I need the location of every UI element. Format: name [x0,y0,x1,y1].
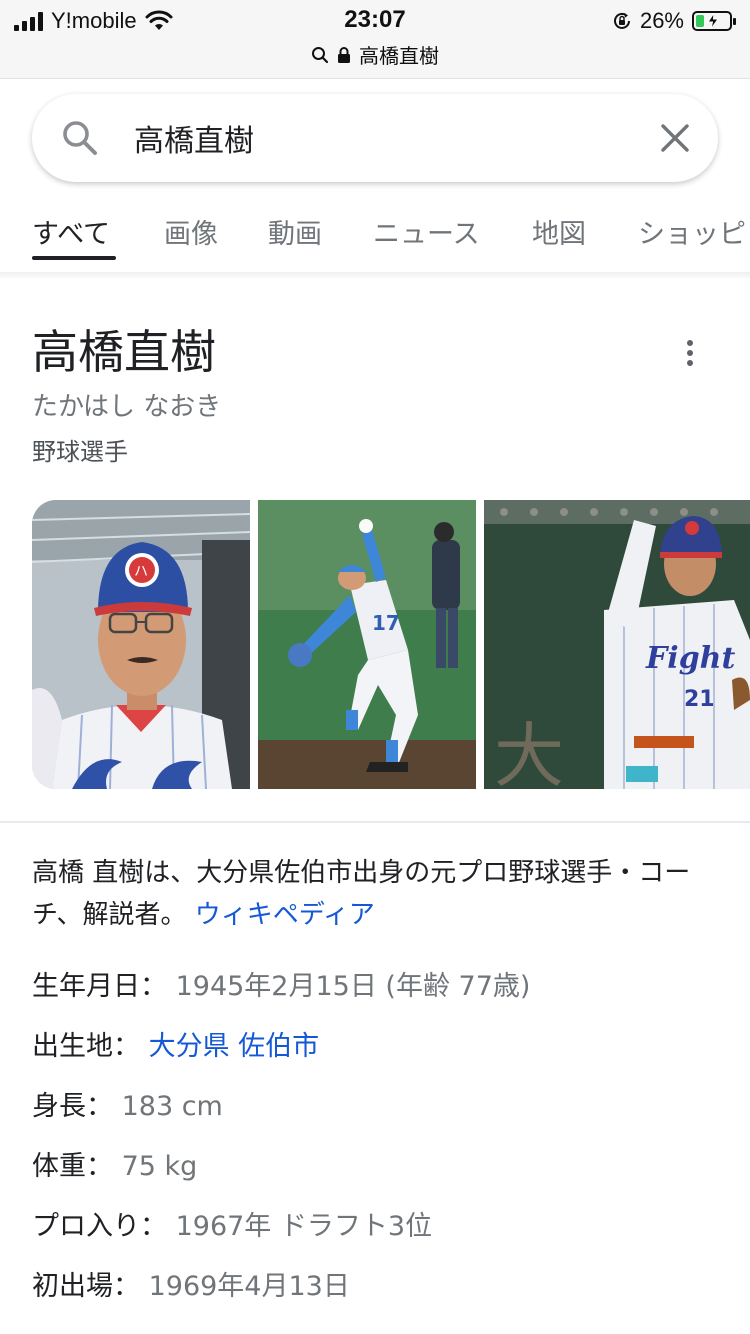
battery-percent: 26% [639,8,684,33]
fact-value: 1945年2月15日 (年齢 77歳) [175,971,531,1002]
status-right: 26% [612,6,736,36]
tab-news[interactable]: ニュース [373,212,480,251]
tab-videos[interactable]: 動画 [268,212,322,251]
search-icon [312,46,329,63]
fact-debut: 初出場： 1969年4月13日 [32,1264,732,1324]
panel-type: 野球選手 [32,438,128,466]
more-options-icon[interactable] [684,340,696,370]
fact-value: 75 kg [121,1151,198,1182]
panel-description: 高橋 直樹は、大分県佐伯市出身の元プロ野球選手・コーチ、解説者。 ウィキペディア [32,852,722,936]
panel-reading: たかはし なおき [32,392,222,422]
fact-key: 出生地： [32,1031,140,1062]
panel-title: 高橋直樹 [32,325,216,379]
svg-text:Fight: Fight [645,641,735,676]
section-divider [0,821,750,823]
fact-key: 体重： [32,1151,113,1182]
tab-shopping[interactable]: ショッピ [638,212,746,251]
tabs-divider [0,272,750,278]
fact-key: 生年月日： [32,971,167,1002]
photo-portrait[interactable]: ハ [32,500,250,789]
svg-text:17: 17 [372,611,400,635]
active-tab-indicator [32,256,116,260]
fact-key: プロ入り： [32,1211,167,1242]
photo-pitching[interactable]: 17 [258,500,476,789]
birthplace-link[interactable]: 大分県 佐伯市 [149,1031,320,1062]
fact-weight: 体重： 75 kg [32,1144,732,1204]
photo-ceremonial-pitch[interactable]: 大 Fight 21 [484,500,750,789]
fact-value: 183 cm [121,1091,223,1122]
fact-key: 初出場： [32,1271,140,1302]
fact-birthplace: 出生地： 大分県 佐伯市 [32,1024,732,1084]
url-bar[interactable]: 高橋直樹 [0,40,750,69]
fact-height: 身長： 183 cm [32,1084,732,1144]
fact-draft: プロ入り： 1967年 ドラフト3位 [32,1204,732,1264]
wikipedia-link[interactable]: ウィキペディア [195,900,375,930]
search-input[interactable]: 高橋直樹 [134,116,658,160]
photo-strip: ハ 17 大 Fight 21 [32,500,750,790]
status-bar: Y!mobile 23:07 高橋直樹 26% [0,0,750,79]
tab-images[interactable]: 画像 [164,212,218,251]
svg-text:大: 大 [494,715,564,789]
url-text: 高橋直樹 [359,44,439,68]
fact-birthdate: 生年月日： 1945年2月15日 (年齢 77歳) [32,964,732,1024]
clear-icon[interactable] [658,121,692,155]
facts-list: 生年月日： 1945年2月15日 (年齢 77歳) 出生地： 大分県 佐伯市 身… [32,964,732,1324]
lock-icon [338,46,350,63]
battery-charging-icon [692,11,736,31]
tab-all[interactable]: すべて [32,212,110,251]
search-icon[interactable] [60,118,100,158]
battery-level [696,15,704,27]
svg-text:ハ: ハ [134,564,148,580]
svg-text:21: 21 [684,687,715,712]
fact-value: 1969年4月13日 [148,1271,350,1302]
search-box[interactable]: 高橋直樹 [32,94,718,182]
rotation-lock-icon [613,12,630,29]
fact-key: 身長： [32,1091,113,1122]
fact-value: 1967年 ドラフト3位 [175,1211,433,1242]
tab-maps[interactable]: 地図 [532,212,586,251]
